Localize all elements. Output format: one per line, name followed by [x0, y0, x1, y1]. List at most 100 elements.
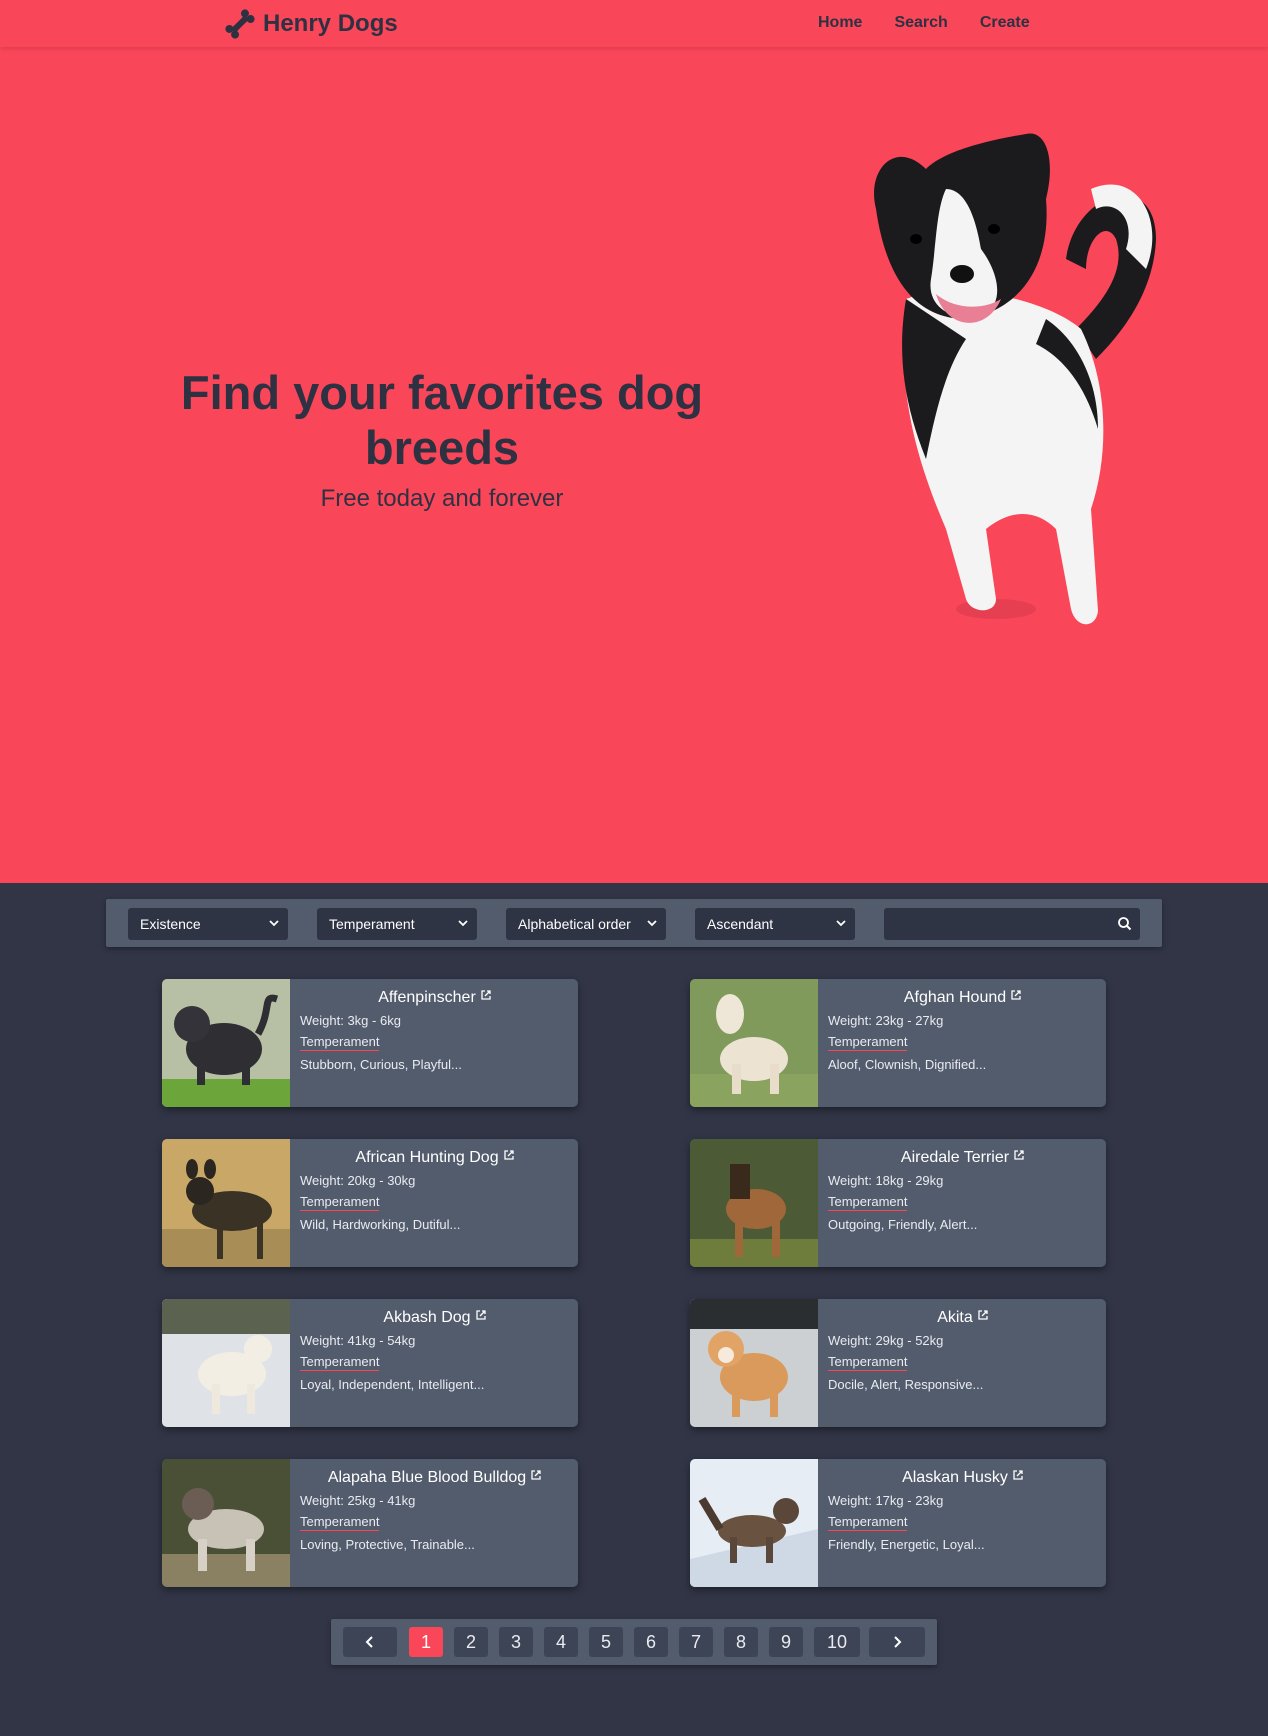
- card-title-link[interactable]: Afghan Hound: [828, 989, 1098, 1007]
- card-temperament: Aloof, Clownish, Dignified...: [828, 1057, 987, 1072]
- page-button[interactable]: 1: [409, 1627, 443, 1657]
- card-title: African Hunting Dog: [355, 1149, 499, 1166]
- page-button[interactable]: 7: [679, 1627, 713, 1657]
- next-page-button[interactable]: [869, 1627, 925, 1657]
- dog-card[interactable]: Akita Weight: 29kg - 52kg Temperament Do…: [690, 1299, 1106, 1427]
- card-temperament: Wild, Hardworking, Dutiful...: [300, 1217, 461, 1232]
- card-weight: Weight: 41kg - 54kg: [300, 1333, 416, 1348]
- external-link-icon: [1013, 1470, 1023, 1480]
- dog-card[interactable]: Akbash Dog Weight: 41kg - 54kg Temperame…: [162, 1299, 578, 1427]
- card-temperament: Outgoing, Friendly, Alert...: [828, 1217, 978, 1232]
- dog-card[interactable]: Alaskan Husky Weight: 17kg - 23kg Temper…: [690, 1459, 1106, 1587]
- dog-card[interactable]: Alapaha Blue Blood Bulldog Weight: 25kg …: [162, 1459, 578, 1587]
- page-button[interactable]: 3: [499, 1627, 533, 1657]
- dog-card[interactable]: Airedale Terrier Weight: 18kg - 29kg Tem…: [690, 1139, 1106, 1267]
- search-input[interactable]: [884, 908, 1104, 940]
- page-button[interactable]: 2: [454, 1627, 488, 1657]
- page-button[interactable]: 9: [769, 1627, 803, 1657]
- nav-create[interactable]: Create: [980, 14, 1030, 32]
- page-button[interactable]: 10: [814, 1627, 860, 1657]
- card-body: African Hunting Dog Weight: 20kg - 30kg …: [300, 1149, 570, 1232]
- card-title: Airedale Terrier: [900, 1149, 1010, 1166]
- card-title-link[interactable]: Akbash Dog: [300, 1309, 570, 1327]
- nav-links: Home Search Create: [818, 14, 1062, 32]
- order-select[interactable]: Alphabetical order: [506, 908, 666, 940]
- card-weight: Weight: 23kg - 27kg: [828, 1013, 944, 1028]
- external-link-icon: [475, 1310, 486, 1320]
- chevron-down-icon: [647, 920, 657, 927]
- page-button[interactable]: 4: [544, 1627, 578, 1657]
- dog-card[interactable]: African Hunting Dog Weight: 20kg - 30kg …: [162, 1139, 578, 1267]
- card-title: Alaskan Husky: [902, 1469, 1008, 1486]
- dog-card[interactable]: Affenpinscher Weight: 3kg - 6kg Temperam…: [162, 979, 578, 1107]
- brand-name: Henry Dogs: [263, 10, 398, 37]
- existence-select[interactable]: Existence: [128, 908, 288, 940]
- card-weight: Weight: 20kg - 30kg: [300, 1173, 416, 1188]
- order-select-value: Alphabetical order: [518, 916, 631, 932]
- temperament-select[interactable]: Temperament: [317, 908, 477, 940]
- nav-home[interactable]: Home: [818, 14, 862, 32]
- card-body: Affenpinscher Weight: 3kg - 6kg Temperam…: [300, 989, 570, 1072]
- hero-section: Find your favorites dog breeds Free toda…: [0, 47, 1268, 883]
- card-title-link[interactable]: Alapaha Blue Blood Bulldog: [300, 1469, 570, 1487]
- dog-thumbnail: [690, 979, 818, 1107]
- card-body: Airedale Terrier Weight: 18kg - 29kg Tem…: [828, 1149, 1098, 1232]
- card-title: Afghan Hound: [903, 989, 1007, 1006]
- page-button[interactable]: 5: [589, 1627, 623, 1657]
- chevron-down-icon: [458, 920, 468, 927]
- card-temperament-label: Temperament: [828, 1034, 908, 1051]
- dog-card[interactable]: Afghan Hound Weight: 23kg - 27kg Tempera…: [690, 979, 1106, 1107]
- card-title-link[interactable]: Alaskan Husky: [828, 1469, 1098, 1487]
- top-navbar: Henry Dogs Home Search Create: [0, 0, 1268, 47]
- card-title-link[interactable]: Affenpinscher: [300, 989, 570, 1007]
- external-link-icon: [531, 1470, 541, 1480]
- page-button[interactable]: 6: [634, 1627, 668, 1657]
- hero-subtitle: Free today and forever: [320, 485, 564, 512]
- dog-thumbnail: [162, 979, 290, 1107]
- card-weight: Weight: 18kg - 29kg: [828, 1173, 944, 1188]
- card-body: Akita Weight: 29kg - 52kg Temperament Do…: [828, 1309, 1098, 1392]
- filter-bar: Existence Temperament Alphabetical order…: [106, 899, 1162, 947]
- card-temperament-label: Temperament: [300, 1034, 380, 1051]
- card-body: Akbash Dog Weight: 41kg - 54kg Temperame…: [300, 1309, 570, 1392]
- card-temperament: Friendly, Energetic, Loyal...: [828, 1537, 985, 1552]
- search-box: [884, 908, 1140, 940]
- card-body: Alapaha Blue Blood Bulldog Weight: 25kg …: [300, 1469, 570, 1552]
- bone-icon: [225, 9, 255, 39]
- card-title: Akbash Dog: [383, 1309, 471, 1326]
- chevron-left-icon: [365, 1636, 373, 1648]
- chevron-down-icon: [836, 920, 846, 927]
- external-link-icon: [978, 1310, 988, 1320]
- external-link-icon: [481, 990, 491, 1000]
- card-title: Alapaha Blue Blood Bulldog: [327, 1469, 527, 1486]
- card-title-link[interactable]: African Hunting Dog: [300, 1149, 570, 1167]
- card-title-link[interactable]: Airedale Terrier: [828, 1149, 1098, 1167]
- nav-search[interactable]: Search: [894, 14, 947, 32]
- card-temperament-label: Temperament: [828, 1194, 908, 1211]
- search-icon[interactable]: [1116, 915, 1134, 933]
- external-link-icon: [503, 1150, 514, 1160]
- page-button[interactable]: 8: [724, 1627, 758, 1657]
- card-weight: Weight: 29kg - 52kg: [828, 1333, 944, 1348]
- card-temperament: Loyal, Independent, Intelligent...: [300, 1377, 485, 1392]
- card-title-link[interactable]: Akita: [828, 1309, 1098, 1327]
- card-temperament: Stubborn, Curious, Playful...: [300, 1057, 462, 1072]
- brand-link[interactable]: Henry Dogs: [223, 8, 398, 40]
- prev-page-button[interactable]: [343, 1627, 397, 1657]
- pagination: 1 2 3 4 5 6 7 8 9 10: [331, 1619, 937, 1665]
- card-body: Afghan Hound Weight: 23kg - 27kg Tempera…: [828, 989, 1098, 1072]
- card-weight: Weight: 3kg - 6kg: [300, 1013, 401, 1028]
- card-weight: Weight: 17kg - 23kg: [828, 1493, 944, 1508]
- direction-select[interactable]: Ascendant: [695, 908, 855, 940]
- temperament-select-value: Temperament: [329, 916, 415, 932]
- chevron-down-icon: [269, 920, 279, 927]
- external-link-icon: [1014, 1150, 1024, 1160]
- dog-thumbnail: [690, 1459, 818, 1587]
- card-temperament-label: Temperament: [300, 1194, 380, 1211]
- card-temperament-label: Temperament: [828, 1354, 908, 1371]
- card-temperament-label: Temperament: [300, 1514, 380, 1531]
- card-temperament-label: Temperament: [300, 1354, 380, 1371]
- card-title: Affenpinscher: [378, 989, 476, 1006]
- dog-thumbnail: [162, 1139, 290, 1267]
- card-weight: Weight: 25kg - 41kg: [300, 1493, 416, 1508]
